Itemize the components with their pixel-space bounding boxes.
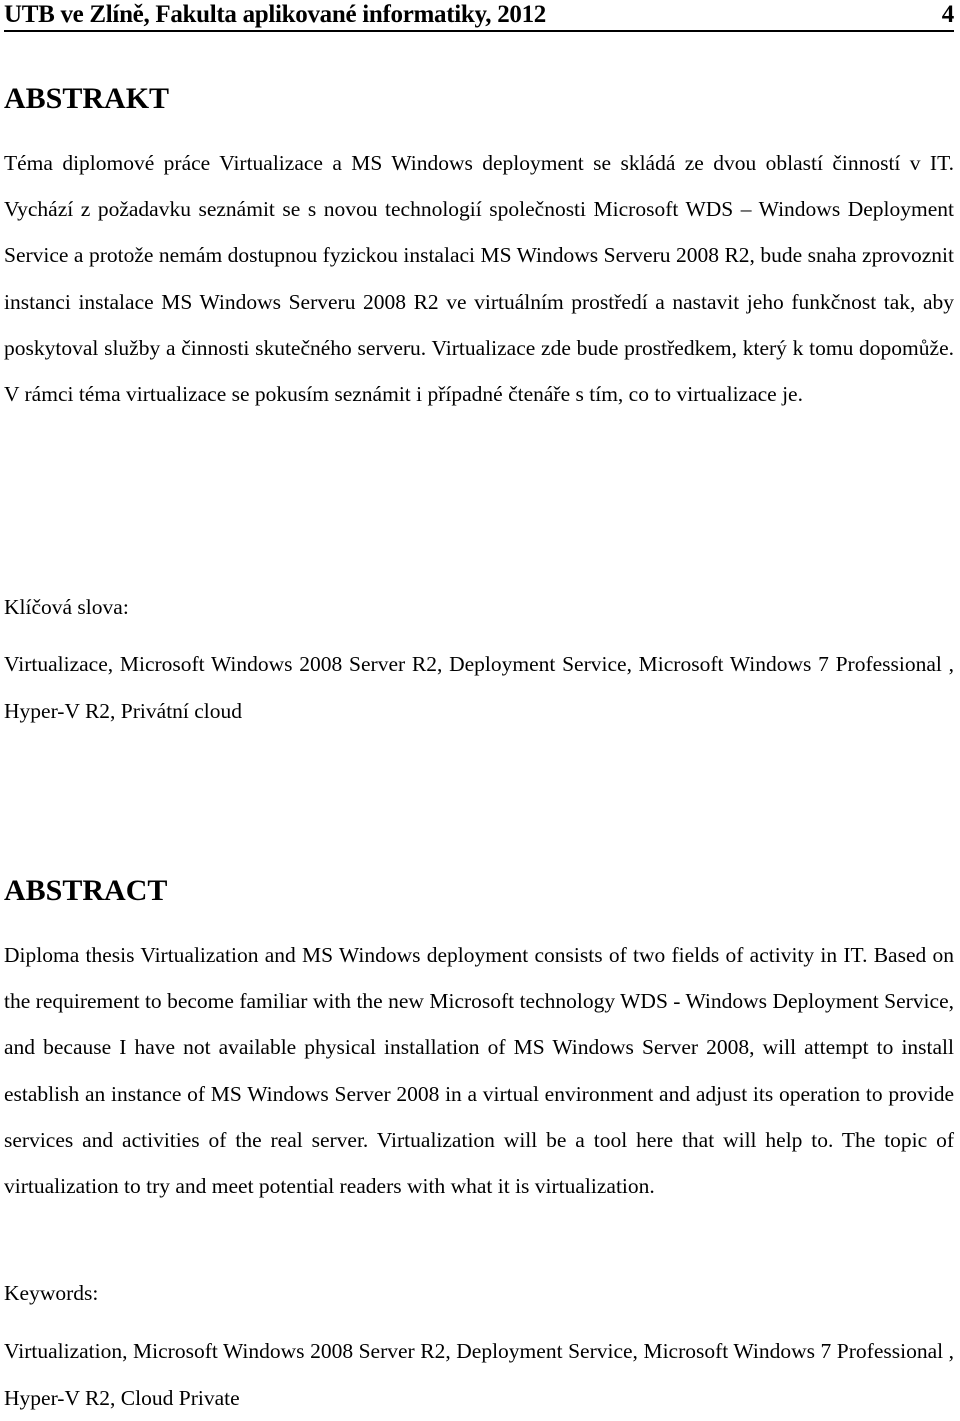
page-number: 4 <box>941 1 955 28</box>
abstract-keywords: Virtualization, Microsoft Windows 2008 S… <box>4 1339 954 1410</box>
abstrakt-heading: ABSTRAKT <box>4 82 170 115</box>
document-page: UTB ve Zlíně, Fakulta aplikované informa… <box>0 0 960 1413</box>
abstrakt-keywords-label: Klíčová slova: <box>4 595 129 619</box>
abstract-heading: ABSTRACT <box>4 874 168 907</box>
running-header: UTB ve Zlíně, Fakulta aplikované informa… <box>4 0 954 32</box>
header-title: UTB ve Zlíně, Fakulta aplikované informa… <box>4 1 547 28</box>
abstrakt-keywords: Virtualizace, Microsoft Windows 2008 Ser… <box>4 652 954 723</box>
abstract-body: Diploma thesis Virtualization and MS Win… <box>4 943 954 1199</box>
abstrakt-body: Téma diplomové práce Virtualizace a MS W… <box>4 151 954 407</box>
abstract-keywords-label: Keywords: <box>4 1281 99 1305</box>
